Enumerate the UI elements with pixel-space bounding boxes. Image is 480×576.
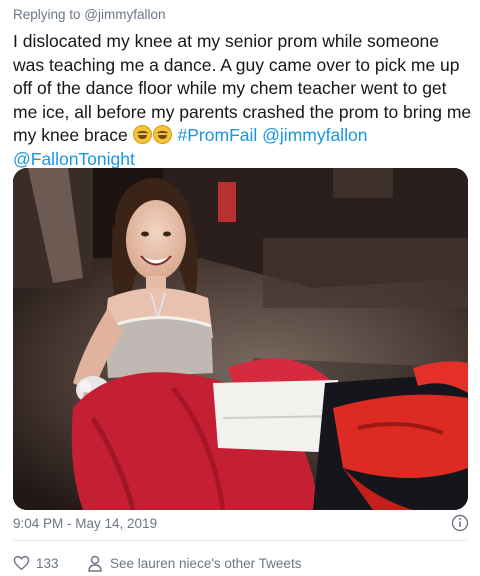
grinning-sweat-face-icon <box>132 125 152 144</box>
prom-photo-image <box>13 168 468 510</box>
grinning-sweat-face-icon <box>152 125 172 144</box>
hashtag-link[interactable]: #PromFail <box>178 125 258 145</box>
other-tweets-link[interactable]: See lauren niece's other Tweets <box>88 554 301 572</box>
like-count: 133 <box>36 555 59 571</box>
like-button[interactable]: 133 <box>13 554 59 572</box>
divider <box>13 540 467 541</box>
tweet-timestamp[interactable]: 9:04 PM - May 14, 2019 <box>13 516 157 531</box>
other-tweets-label: See lauren niece's other Tweets <box>110 555 302 571</box>
info-icon[interactable] <box>451 514 469 532</box>
heart-icon <box>13 555 30 571</box>
tweet-text: I dislocated my knee at my senior prom w… <box>13 30 473 171</box>
mention-link[interactable]: @jimmyfallon <box>262 125 367 145</box>
mention-link[interactable]: @FallonTonight <box>13 149 135 169</box>
tweet-photo[interactable] <box>13 168 468 510</box>
person-icon <box>88 555 102 572</box>
reply-context[interactable]: Replying to @jimmyfallon <box>13 7 166 22</box>
